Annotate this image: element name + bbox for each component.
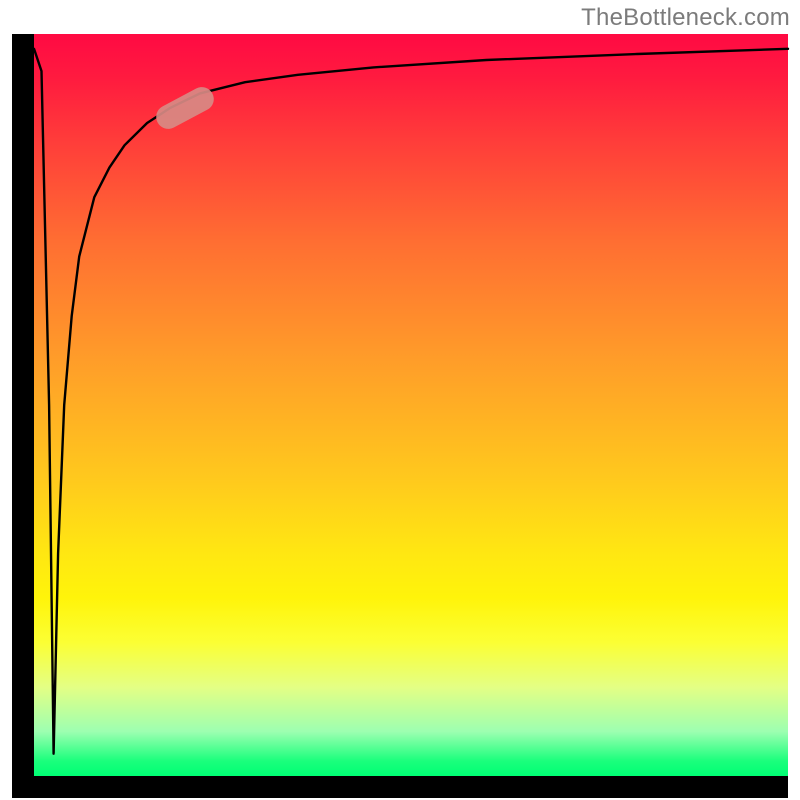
chart-container: TheBottleneck.com: [0, 0, 800, 800]
plot-frame: [0, 0, 800, 800]
bottleneck-curve: [34, 49, 788, 754]
y-axis-band: [12, 34, 34, 776]
x-axis-band: [12, 776, 788, 798]
curve-layer: [34, 34, 788, 776]
